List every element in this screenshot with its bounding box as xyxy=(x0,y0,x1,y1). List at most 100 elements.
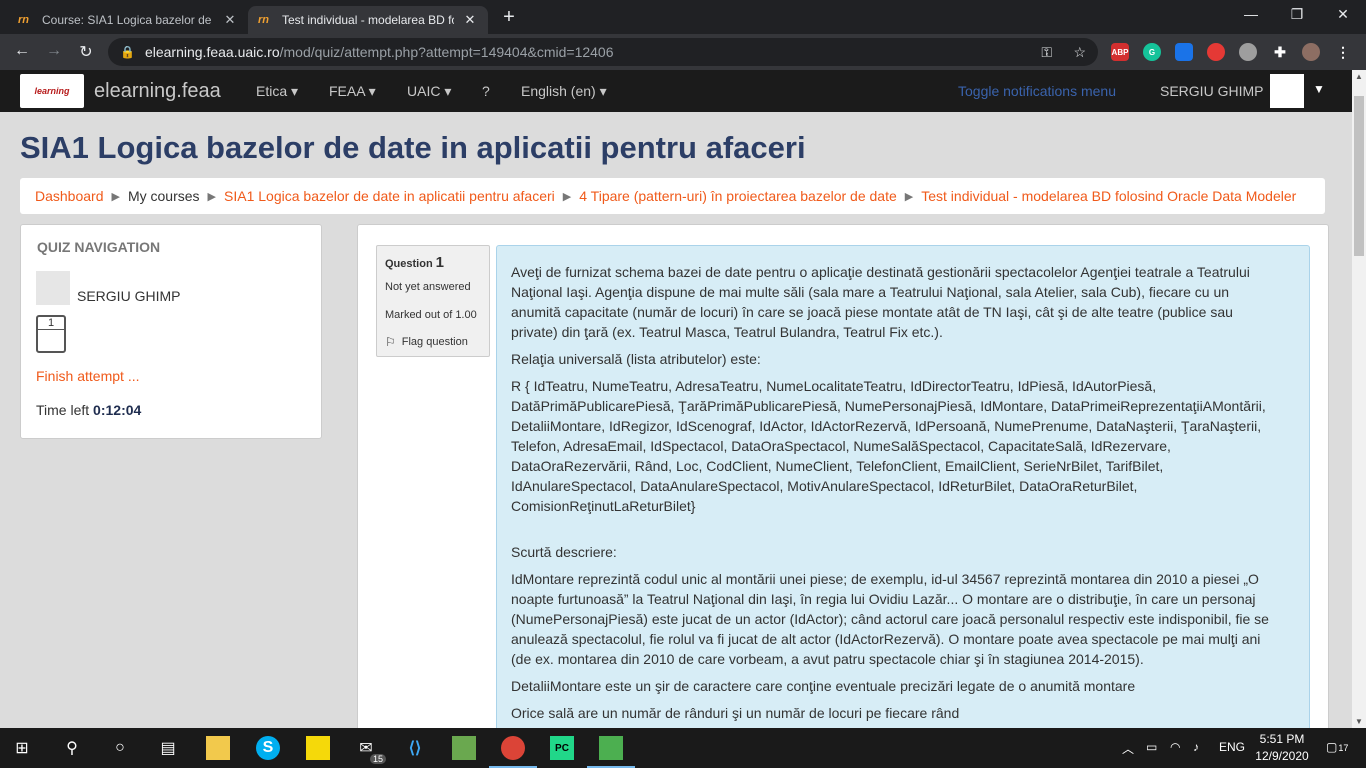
profile-avatar[interactable] xyxy=(1302,43,1320,61)
action-center-icon[interactable]: ▢17 xyxy=(1326,740,1348,754)
mail-icon[interactable]: ✉ 15 xyxy=(354,736,386,764)
user-menu-caret-icon[interactable]: ▼ xyxy=(1313,82,1325,96)
question-paragraph: Aveţi de furnizat schema bazei de date p… xyxy=(511,264,1250,340)
site-logo[interactable]: learning xyxy=(20,74,84,108)
time-left-label: Time left xyxy=(36,402,90,418)
breadcrumb-quiz[interactable]: Test individual - modelarea BD folosind … xyxy=(921,188,1296,204)
scroll-up-icon[interactable]: ▲ xyxy=(1352,72,1366,81)
key-icon[interactable]: ⚿ xyxy=(1041,44,1052,61)
tab-title: Test individual - modelarea BD fo xyxy=(282,13,454,27)
question-paragraph: IdMontare reprezintă codul unic al montă… xyxy=(511,571,1269,667)
question-grade: Marked out of 1.00 xyxy=(385,309,477,321)
flag-question-toggle[interactable]: ⚐ Flag question xyxy=(385,335,481,349)
browser-tab-strip: rn Course: SIA1 Logica bazelor de date ✕… xyxy=(0,0,1366,34)
flag-question-label: Flag question xyxy=(401,336,468,348)
new-tab-button[interactable]: + xyxy=(498,6,520,29)
browser-menu-icon[interactable]: ⋮ xyxy=(1334,43,1352,61)
page-content: SIA1 Logica bazelor de date in aplicatii… xyxy=(0,112,1352,728)
menu-language-label: English (en) xyxy=(521,83,596,99)
tab-title: Course: SIA1 Logica bazelor de date xyxy=(42,13,214,27)
question-paragraph: Orice sală are un număr de rânduri şi un… xyxy=(511,705,960,721)
breadcrumb-separator-icon: ▶ xyxy=(904,190,914,203)
menu-language[interactable]: English (en) ▾ xyxy=(521,83,607,100)
notifications-toggle[interactable]: Toggle notifications menu xyxy=(958,83,1116,99)
windows-start-icon[interactable]: ⊞ xyxy=(10,736,34,760)
menu-feaa[interactable]: FEAA ▾ xyxy=(329,83,376,100)
browser-toolbar: ← → ↻ 🔒 elearning.feaa.uaic.ro /mod/quiz… xyxy=(0,34,1366,70)
reload-icon[interactable]: ↻ xyxy=(76,42,96,62)
question-label: Question xyxy=(385,258,433,270)
cortana-icon[interactable]: ○ xyxy=(108,736,132,760)
chrome-taskbar-icon[interactable] xyxy=(489,736,537,768)
browser-tab-quiz[interactable]: rn Test individual - modelarea BD fo ✕ xyxy=(248,6,488,34)
menu-feaa-label: FEAA xyxy=(329,83,365,99)
user-menu-name[interactable]: SERGIU GHIMP xyxy=(1160,83,1263,99)
battery-icon[interactable]: ▭ xyxy=(1146,740,1157,754)
extension-gray-icon[interactable] xyxy=(1239,43,1257,61)
menu-uaic[interactable]: UAIC ▾ xyxy=(407,83,451,100)
lock-icon: 🔒 xyxy=(120,45,135,59)
quiz-navigation-title: QUIZ NAVIGATION xyxy=(37,239,161,255)
minimize-icon[interactable]: — xyxy=(1236,6,1266,22)
logo-text: learning xyxy=(34,86,70,96)
question-region: Question 1 Not yet answered Marked out of… xyxy=(357,224,1329,728)
close-tab-icon[interactable]: ✕ xyxy=(222,12,238,28)
extension-red-icon[interactable] xyxy=(1207,43,1225,61)
question-nav-button-1[interactable]: 1 xyxy=(36,315,66,353)
adblock-icon[interactable]: ABP xyxy=(1111,43,1129,61)
search-icon[interactable]: ⚲ xyxy=(60,736,84,760)
grammarly-icon[interactable]: G xyxy=(1143,43,1161,61)
browser-tab-course[interactable]: rn Course: SIA1 Logica bazelor de date ✕ xyxy=(8,6,248,34)
question-paragraph: DetaliiMontare este un şir de caractere … xyxy=(511,678,1136,694)
close-tab-icon[interactable]: ✕ xyxy=(462,12,478,28)
question-info: Question 1 Not yet answered Marked out of… xyxy=(376,245,490,357)
file-explorer-icon[interactable] xyxy=(206,736,230,760)
windows-taskbar: ⊞ ⚲ ○ ▤ S ✉ 15 ⟨⟩ PC ︿ ▭ ◠ ♪ ENG 5:51 PM … xyxy=(0,728,1366,768)
user-picture xyxy=(36,271,70,305)
close-window-icon[interactable]: ✕ xyxy=(1328,6,1358,23)
vscode-icon[interactable]: ⟨⟩ xyxy=(403,736,427,760)
site-brand[interactable]: elearning.feaa xyxy=(94,80,221,103)
moodle-favicon-icon: rn xyxy=(18,14,29,26)
task-view-icon[interactable]: ▤ xyxy=(156,736,180,760)
skype-icon[interactable]: S xyxy=(256,736,280,760)
scrollbar-thumb[interactable] xyxy=(1354,96,1364,256)
scroll-down-icon[interactable]: ▼ xyxy=(1352,717,1366,726)
breadcrumb-my-courses: My courses xyxy=(127,188,200,204)
volume-icon[interactable]: ♪ xyxy=(1193,740,1199,754)
menu-help[interactable]: ? xyxy=(482,83,490,99)
menu-etica[interactable]: Etica ▾ xyxy=(256,83,298,100)
extensions-puzzle-icon[interactable]: ✚ xyxy=(1271,43,1289,61)
breadcrumb-dashboard[interactable]: Dashboard xyxy=(35,188,104,204)
menu-etica-label: Etica xyxy=(256,83,288,99)
bookmark-star-icon[interactable]: ☆ xyxy=(1073,44,1086,61)
extension-blue-icon[interactable] xyxy=(1175,43,1193,61)
user-avatar[interactable] xyxy=(1270,74,1304,108)
moodle-favicon-icon: rn xyxy=(258,14,269,26)
back-arrow-icon[interactable]: ← xyxy=(12,42,32,60)
breadcrumb-course[interactable]: SIA1 Logica bazelor de date in aplicatii… xyxy=(224,188,555,204)
page-scrollbar[interactable]: ▲ ▼ xyxy=(1352,70,1366,728)
forward-arrow-icon[interactable]: → xyxy=(44,42,64,60)
pycharm-icon[interactable]: PC xyxy=(550,736,574,760)
address-bar[interactable]: 🔒 elearning.feaa.uaic.ro /mod/quiz/attem… xyxy=(108,38,1098,66)
data-modeler-icon[interactable] xyxy=(587,736,635,768)
sticky-notes-icon[interactable] xyxy=(306,736,330,760)
question-nav-number: 1 xyxy=(38,317,64,330)
question-paragraph: Relaţia universală (lista atributelor) e… xyxy=(511,351,761,367)
time-left-value: 0:12:04 xyxy=(93,402,142,418)
menu-uaic-label: UAIC xyxy=(407,83,441,99)
question-number-value: 1 xyxy=(435,254,445,271)
restore-icon[interactable]: ❐ xyxy=(1282,6,1312,23)
timer: Time left 0:12:04 xyxy=(36,402,141,418)
url-path: /mod/quiz/attempt.php?attempt=149404&cmi… xyxy=(279,44,614,60)
tray-chevron-icon[interactable]: ︿ xyxy=(1122,740,1134,757)
finish-attempt-link[interactable]: Finish attempt ... xyxy=(36,368,139,384)
clock[interactable]: 5:51 PM 12/9/2020 xyxy=(1252,731,1312,765)
app-icon[interactable] xyxy=(452,736,476,760)
question-paragraph: R { IdTeatru, NumeTeatru, AdresaTeatru, … xyxy=(511,378,1266,514)
language-indicator[interactable]: ENG xyxy=(1219,740,1245,754)
wifi-icon[interactable]: ◠ xyxy=(1170,740,1180,754)
breadcrumb-separator-icon: ▶ xyxy=(207,190,217,203)
breadcrumb-section[interactable]: 4 Tipare (pattern-uri) în proiectarea ba… xyxy=(579,188,897,204)
